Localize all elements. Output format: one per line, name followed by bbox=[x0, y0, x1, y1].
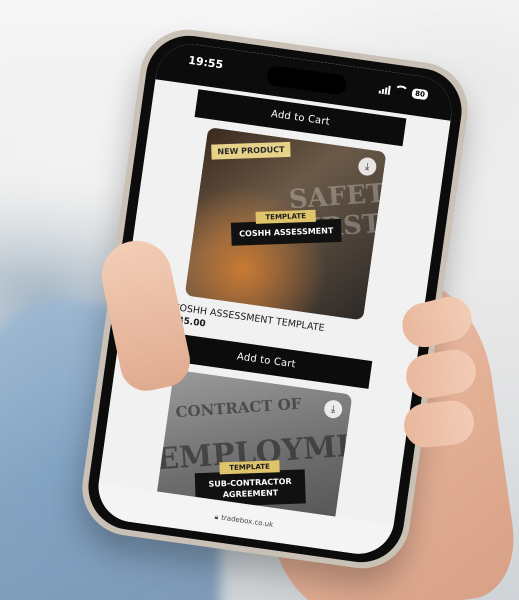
image-title-line: SUB-CONTRACTOR bbox=[208, 476, 292, 489]
image-title: COSHH ASSESSMENT bbox=[230, 218, 342, 246]
template-tag: TEMPLATE bbox=[219, 460, 280, 475]
product-label: TEMPLATE COSHH ASSESSMENT bbox=[230, 209, 342, 246]
dynamic-island bbox=[265, 64, 348, 96]
image-background-text: CONTRACT OF bbox=[175, 394, 302, 422]
photo-background: 19:55 80 Add to Cart SAFETY FIRST NEW PR… bbox=[0, 0, 519, 600]
template-tag: TEMPLATE bbox=[255, 209, 316, 224]
url-text: tradebox.co.uk bbox=[220, 513, 274, 529]
wifi-icon bbox=[393, 84, 410, 99]
image-title-line: AGREEMENT bbox=[222, 488, 279, 500]
download-icon[interactable]: ⤓ bbox=[357, 156, 378, 177]
status-icons: 80 bbox=[378, 83, 429, 102]
signal-icon bbox=[378, 84, 392, 95]
battery-icon: 80 bbox=[411, 88, 429, 101]
lock-icon: 🔒︎ bbox=[214, 512, 219, 521]
product-image-coshh[interactable]: SAFETY FIRST NEW PRODUCT ⤓ TEMPLATE COSH… bbox=[184, 127, 387, 321]
status-time: 19:55 bbox=[187, 53, 224, 72]
download-icon[interactable]: ⤓ bbox=[323, 399, 344, 420]
new-product-badge: NEW PRODUCT bbox=[211, 141, 291, 160]
